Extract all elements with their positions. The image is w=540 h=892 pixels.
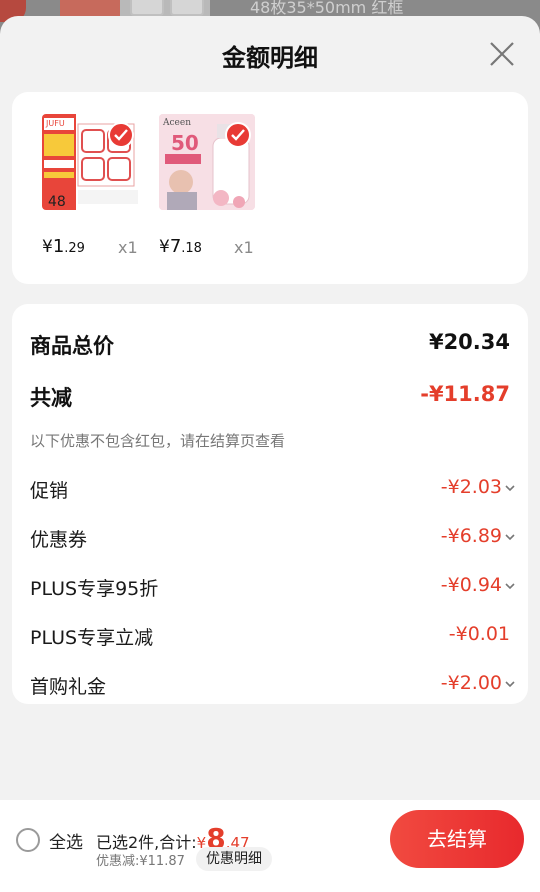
chevron-down-icon: [505, 534, 515, 541]
chevron-down-icon: [505, 583, 515, 590]
close-icon: [490, 42, 514, 66]
discount-value: -¥0.94: [440, 574, 502, 596]
discount-row-first-purchase[interactable]: 首购礼金 -¥2.00: [30, 672, 515, 702]
product-thumbnail: Aceen 50: [159, 114, 255, 210]
discount-value: -¥0.01: [448, 623, 510, 645]
total-discount-row: 共减 -¥11.87: [30, 382, 510, 412]
discount-note: 以下优惠不包含红包，请在结算页查看: [30, 432, 286, 450]
price-details-card: 商品总价 ¥20.34 共减 -¥11.87 以下优惠不包含红包，请在结算页查看…: [12, 304, 528, 704]
goods-total-label: 商品总价: [30, 334, 114, 358]
chevron-down-icon: [505, 485, 515, 492]
discount-detail-button[interactable]: 优惠明细: [196, 847, 272, 871]
checkout-bar: 全选 已选2件,合计:¥8.47 优惠减:¥11.87 优惠明细 去结算: [0, 800, 540, 892]
discount-row-plus-95[interactable]: PLUS专享95折 -¥0.94: [30, 574, 515, 604]
item-checked-icon: [108, 122, 134, 148]
goods-total-row: 商品总价 ¥20.34: [30, 330, 510, 360]
product-badge: 50: [171, 131, 199, 155]
discount-label: PLUS专享立减: [30, 627, 154, 649]
sheet-title: 金额明细: [222, 44, 318, 72]
product-thumbnail: JUFU 48: [42, 114, 138, 210]
discount-row-promotion[interactable]: 促销 -¥2.03: [30, 476, 515, 506]
product-badge: 48: [48, 194, 66, 210]
discount-value: -¥2.00: [440, 672, 502, 694]
product-price: ¥7.18: [159, 236, 202, 257]
discount-summary: 优惠减:¥11.87: [96, 854, 185, 869]
discount-label: 优惠券: [30, 529, 88, 551]
discount-value: -¥6.89: [440, 525, 502, 547]
product-brand: JUFU: [45, 119, 65, 128]
total-discount-value: -¥11.87: [420, 382, 510, 406]
goods-total-value: ¥20.34: [428, 330, 510, 354]
product-item[interactable]: JUFU 48: [42, 114, 142, 210]
discount-label: PLUS专享95折: [30, 578, 159, 600]
products-card: JUFU 48 Aceen 50 ¥1.29 x1 ¥7.18 x1: [12, 92, 528, 284]
product-brand: Aceen: [162, 118, 191, 128]
select-all-radio[interactable]: [16, 828, 40, 852]
discount-value: -¥2.03: [440, 476, 502, 498]
product-quantity: x1: [234, 238, 254, 257]
discount-row-coupon[interactable]: 优惠券 -¥6.89: [30, 525, 515, 555]
product-price: ¥1.29: [42, 236, 85, 257]
select-all-label[interactable]: 全选: [49, 828, 83, 853]
item-checked-icon: [225, 122, 251, 148]
chevron-down-icon: [505, 681, 515, 688]
discount-label: 促销: [30, 480, 69, 502]
close-button[interactable]: [488, 40, 516, 68]
discount-label: 首购礼金: [30, 676, 107, 698]
total-discount-label: 共减: [30, 386, 72, 410]
checkout-button[interactable]: 去结算: [390, 810, 524, 868]
product-quantity: x1: [118, 238, 138, 257]
discount-row-plus-instant: PLUS专享立减 -¥0.01: [30, 623, 510, 653]
product-item[interactable]: Aceen 50: [159, 114, 259, 210]
amount-detail-sheet: 金额明细 JUFU 48 Aceen 50 ¥1.29 x1 ¥7.18 x1 …: [0, 16, 540, 892]
